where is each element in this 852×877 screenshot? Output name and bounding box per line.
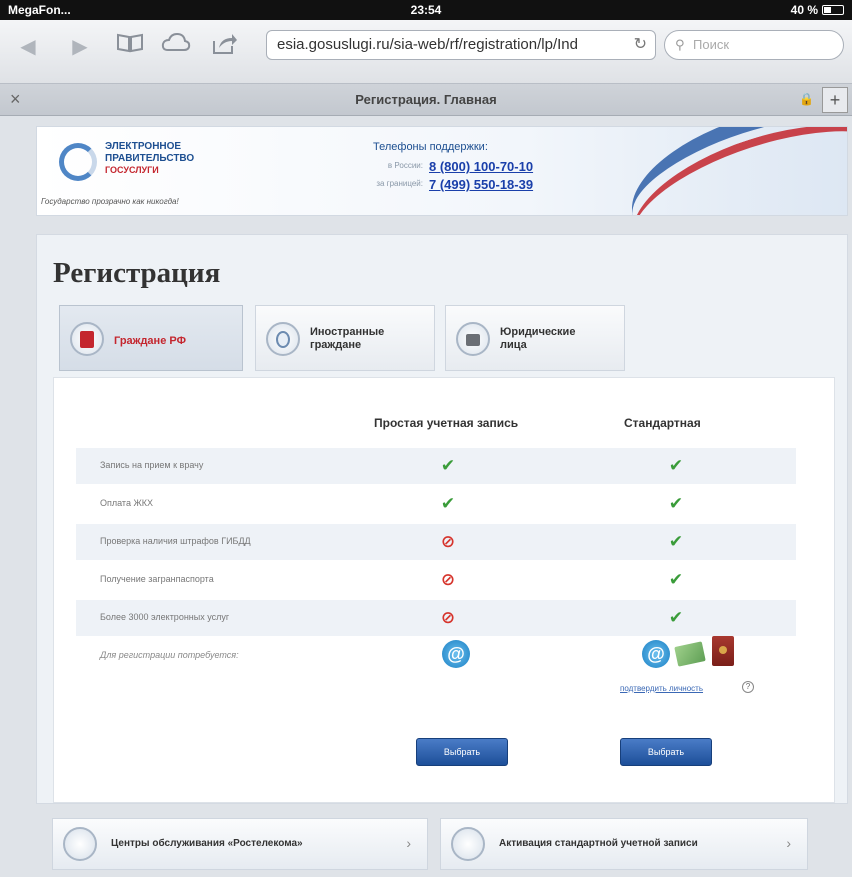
activation-icon [451, 827, 485, 861]
service-centers-label: Центры обслуживания «Ростелекома» [111, 838, 303, 849]
battery-percent: 40 % [790, 3, 818, 17]
bookmarks-icon[interactable] [112, 32, 148, 62]
page-title: Регистрация [53, 257, 221, 289]
check-icon: ✔ [440, 494, 456, 513]
comparison-table: Простая учетная запись Стандартная Запис… [53, 377, 835, 803]
service-center-icon [63, 827, 97, 861]
back-icon[interactable]: ◀ [14, 32, 42, 62]
support-russia-label: в России: [387, 161, 423, 170]
check-icon: ✔ [668, 456, 684, 475]
briefcase-icon [456, 322, 490, 356]
not-available-icon: ⊘ [440, 532, 456, 551]
row-label: Получение загранпаспорта [100, 574, 214, 584]
activate-standard-label: Активация стандартной учетной записи [499, 838, 698, 849]
icloud-tabs-icon[interactable] [158, 32, 194, 62]
url-text: esia.gosuslugi.ru/sia-web/rf/registratio… [277, 36, 578, 53]
chevron-right-icon: › [786, 835, 791, 851]
passport-icon [70, 322, 104, 356]
tab-label-line2: граждане [310, 339, 362, 351]
check-icon: ✔ [440, 456, 456, 475]
check-icon: ✔ [668, 532, 684, 551]
row-label: Более 3000 электронных услуг [100, 612, 230, 622]
not-available-icon: ⊘ [440, 608, 456, 627]
email-icon: @ [442, 640, 470, 668]
globe-icon [266, 322, 300, 356]
choose-simple-button[interactable]: Выбрать [416, 738, 508, 766]
requirements-label: Для регистрации потребуется: [100, 650, 239, 660]
battery-icon [822, 5, 844, 15]
tab-label: Граждане РФ [114, 335, 186, 347]
browser-tab-bar: × Регистрация. Главная 🔒 + [0, 84, 852, 116]
snils-card-icon [674, 641, 706, 667]
column-header-simple: Простая учетная запись [374, 416, 519, 430]
logo-line2: ПРАВИТЕЛЬСТВО [105, 153, 195, 164]
chevron-right-icon: › [406, 835, 411, 851]
site-header: ЭЛЕКТРОННОЕ ПРАВИТЕЛЬСТВО ГОСУСЛУГИ Госу… [36, 126, 848, 216]
tab-label-line1: Юридические [500, 326, 576, 338]
not-available-icon: ⊘ [440, 570, 456, 589]
activate-standard-link[interactable]: Активация стандартной учетной записи › [440, 818, 808, 870]
url-bar[interactable]: esia.gosuslugi.ru/sia-web/rf/registratio… [266, 30, 656, 60]
check-icon: ✔ [668, 570, 684, 589]
logo-line1: ЭЛЕКТРОННОЕ [105, 141, 182, 152]
browser-toolbar: ◀ ▶ esia.gosuslugi.ru/sia-web/rf/registr… [0, 20, 852, 84]
search-placeholder: Поиск [693, 37, 730, 52]
row-label: Запись на прием к врачу [100, 460, 204, 470]
share-icon[interactable] [206, 32, 242, 62]
search-icon: ⚲ [675, 37, 685, 52]
tab-russian-citizens[interactable]: Граждане РФ [59, 305, 243, 371]
status-bar: MegaFon... 23:54 40 % [0, 0, 852, 20]
table-row: Более 3000 электронных услуг ⊘ ✔ [76, 600, 796, 636]
tab-label-line2: лица [500, 339, 527, 351]
slogan: Государство прозрачно как никогда! [41, 197, 179, 206]
forward-icon[interactable]: ▶ [66, 32, 94, 62]
table-row: Оплата ЖКХ ✔ ✔ [76, 486, 796, 522]
column-header-standard: Стандартная [624, 416, 701, 430]
search-input[interactable]: ⚲ Поиск [664, 30, 844, 60]
table-row: Получение загранпаспорта ⊘ ✔ [76, 562, 796, 598]
phone-russia-link[interactable]: 8 (800) 100-70-10 [429, 159, 533, 174]
support-title: Телефоны поддержки: [373, 141, 488, 153]
support-abroad-label: за границей: [376, 179, 423, 188]
reload-icon[interactable]: ↻ [634, 31, 647, 59]
check-icon: ✔ [668, 494, 684, 513]
table-row: Запись на прием к врачу ✔ ✔ [76, 448, 796, 484]
help-icon[interactable]: ? [742, 681, 754, 693]
new-tab-button[interactable]: + [822, 87, 848, 113]
tab-title[interactable]: Регистрация. Главная [0, 92, 852, 107]
clock: 23:54 [410, 3, 442, 17]
phone-abroad-link[interactable]: 7 (499) 550-18-39 [429, 177, 533, 192]
email-icon: @ [642, 640, 670, 668]
service-centers-link[interactable]: Центры обслуживания «Ростелекома» › [52, 818, 428, 870]
logo-line3: ГОСУСЛУГИ [105, 165, 159, 175]
table-row: Проверка наличия штрафов ГИБДД ⊘ ✔ [76, 524, 796, 560]
lock-icon: 🔒 [799, 92, 814, 106]
choose-standard-button[interactable]: Выбрать [620, 738, 712, 766]
passport-icon [712, 636, 734, 666]
gov-logo-icon[interactable] [59, 143, 97, 181]
tab-foreign-citizens[interactable]: Иностранные граждане [255, 305, 435, 371]
verify-identity-link[interactable]: подтвердить личность [620, 684, 703, 693]
check-icon: ✔ [668, 608, 684, 627]
registration-panel: Регистрация Граждане РФ Иностранные граж… [36, 234, 848, 804]
tab-label-line1: Иностранные [310, 326, 385, 338]
tab-legal-entities[interactable]: Юридические лица [445, 305, 625, 371]
row-label: Оплата ЖКХ [100, 498, 154, 508]
row-label: Проверка наличия штрафов ГИБДД [100, 536, 251, 546]
